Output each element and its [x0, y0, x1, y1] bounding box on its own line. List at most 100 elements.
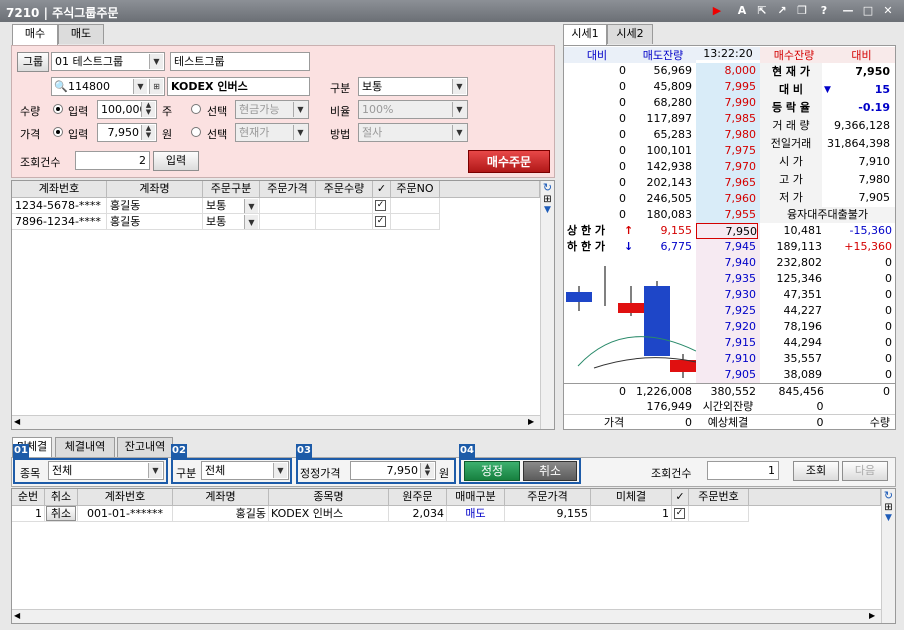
- scroll-right-icon[interactable]: ▶: [528, 417, 534, 426]
- scroll-left-icon[interactable]: ◀: [14, 611, 20, 620]
- chevron-down-icon[interactable]: ▼: [882, 513, 895, 523]
- window-icon[interactable]: ❐: [795, 4, 809, 18]
- price-select-radio[interactable]: [191, 127, 201, 137]
- row-qty[interactable]: [316, 214, 373, 230]
- tab-executions[interactable]: 체결내역: [55, 437, 115, 457]
- horizontal-scrollbar[interactable]: ◀ ▶: [12, 415, 540, 429]
- price-input-radio[interactable]: [53, 127, 63, 137]
- link-icon[interactable]: ⇱: [755, 4, 769, 18]
- refresh-icon[interactable]: ↻: [541, 181, 554, 194]
- bid-price[interactable]: 7,905: [696, 367, 757, 383]
- ask-price[interactable]: 7,955: [696, 207, 757, 223]
- ask-price[interactable]: 7,975: [696, 143, 757, 159]
- row-type[interactable]: 보통 ▼: [203, 214, 260, 230]
- col-check[interactable]: ✓: [373, 181, 391, 198]
- tab-sell[interactable]: 매도: [58, 24, 104, 44]
- font-icon[interactable]: A: [735, 4, 749, 18]
- method-select[interactable]: 절사 ▼: [358, 123, 468, 142]
- ask-price[interactable]: 7,965: [696, 175, 757, 191]
- ratio-select[interactable]: 100% ▼: [358, 100, 468, 119]
- add-icon[interactable]: ⊞: [882, 502, 895, 513]
- ask-price[interactable]: 7,985: [696, 111, 757, 127]
- query-button[interactable]: 조회: [793, 461, 839, 481]
- expected-qty-label: 수량: [869, 416, 890, 429]
- group-name-field[interactable]: 테스트그룹: [170, 52, 310, 71]
- row-checkbox[interactable]: ✓: [375, 200, 386, 211]
- bottom-horizontal-scrollbar[interactable]: ◀ ▶: [12, 609, 881, 623]
- grid-vertical-tools[interactable]: ↻ ⊞ ▼: [540, 181, 554, 429]
- row-check-cell[interactable]: ✓: [373, 214, 391, 230]
- tab-quote1[interactable]: 시세1: [563, 24, 607, 45]
- group-button[interactable]: 그룹: [17, 52, 49, 72]
- bid-price[interactable]: 7,940: [696, 255, 757, 271]
- modify-button[interactable]: 정정: [464, 461, 520, 481]
- row-price[interactable]: [260, 214, 316, 230]
- bid-diff: 0: [885, 272, 892, 285]
- bid-price[interactable]: 7,925: [696, 303, 757, 319]
- count-field[interactable]: 2: [75, 151, 150, 170]
- scroll-left-icon[interactable]: ◀: [14, 417, 20, 426]
- tab-balance[interactable]: 잔고내역: [117, 437, 173, 457]
- row-b-unfilled: 1: [591, 506, 672, 522]
- row-check-cell[interactable]: ✓: [373, 198, 391, 214]
- ask-price[interactable]: 7,995: [696, 79, 757, 95]
- qty-select-dropdown[interactable]: 현금가능 ▼: [235, 100, 309, 119]
- refresh-icon[interactable]: ↻: [882, 489, 895, 502]
- bid-price[interactable]: 7,910: [696, 351, 757, 367]
- close-icon[interactable]: ✕: [881, 4, 895, 18]
- ask-price[interactable]: 7,970: [696, 159, 757, 175]
- help-icon[interactable]: ?: [817, 4, 831, 18]
- type-select[interactable]: 보통 ▼: [358, 77, 468, 96]
- ask-qty: 202,143: [646, 176, 693, 189]
- bid-price[interactable]: 7,915: [696, 335, 757, 351]
- row-b-checkbox[interactable]: ✓: [674, 508, 685, 519]
- col-b-check[interactable]: ✓: [672, 489, 689, 506]
- group-select[interactable]: 01 테스트그룹 ▼: [51, 52, 165, 71]
- cancel-button[interactable]: 취소: [523, 461, 577, 481]
- badge-03: 03: [296, 444, 312, 458]
- row-type[interactable]: 보통 ▼: [203, 198, 260, 214]
- next-button[interactable]: 다음: [842, 461, 888, 481]
- bid-price[interactable]: 7,935: [696, 271, 757, 287]
- chevron-down-icon[interactable]: ▼: [541, 205, 554, 215]
- buy-order-button[interactable]: 매수주문: [468, 150, 550, 173]
- tab-buy[interactable]: 매수: [12, 24, 58, 45]
- price-field[interactable]: 7,950 ▲ ▼: [97, 123, 157, 142]
- row-checkbox[interactable]: ✓: [375, 216, 386, 227]
- qty-field[interactable]: 100,000 ▲ ▼: [97, 100, 157, 119]
- ask-price[interactable]: 7,980: [696, 127, 757, 143]
- price-select-dropdown[interactable]: 현재가 ▼: [235, 123, 309, 142]
- bid-price[interactable]: 7,920: [696, 319, 757, 335]
- play-icon[interactable]: ▶: [710, 4, 724, 18]
- input-button[interactable]: 입력: [153, 151, 199, 171]
- scroll-right-icon[interactable]: ▶: [869, 611, 875, 620]
- type-filter-select[interactable]: 전체 ▼: [201, 461, 289, 480]
- minimize-icon[interactable]: —: [841, 4, 855, 18]
- add-icon[interactable]: ⊞: [541, 194, 554, 205]
- tab-quote2[interactable]: 시세2: [607, 24, 653, 44]
- bid-price[interactable]: 7,930: [696, 287, 757, 303]
- ask-price[interactable]: 8,000: [696, 63, 757, 79]
- row-price[interactable]: [260, 198, 316, 214]
- modify-price-field[interactable]: 7,950 ▲ ▼: [350, 461, 436, 480]
- qty-input-radio[interactable]: [53, 104, 63, 114]
- ask-price[interactable]: 7,990: [696, 95, 757, 111]
- col-blank: [440, 181, 540, 198]
- bottom-grid-tools[interactable]: ↻ ⊞ ▼: [881, 489, 895, 623]
- ask-price[interactable]: 7,960: [696, 191, 757, 207]
- ask-total: 1,226,008: [636, 385, 692, 398]
- bid-price[interactable]: 7,945: [696, 239, 757, 255]
- stock-code-field[interactable]: 🔍 114800 ▼ ⊞: [51, 77, 165, 96]
- info-label: 고 가: [760, 171, 822, 189]
- qty-select-radio[interactable]: [191, 104, 201, 114]
- stock-filter-select[interactable]: 전체 ▼: [48, 461, 164, 480]
- export-icon[interactable]: ↗: [775, 4, 789, 18]
- row-cancel-button[interactable]: 취소: [46, 506, 76, 521]
- bottom-count-field[interactable]: 1: [707, 461, 779, 480]
- row-qty[interactable]: [316, 198, 373, 214]
- maximize-icon[interactable]: □: [861, 4, 875, 18]
- bid-price[interactable]: 7,950: [696, 223, 758, 239]
- row-b-check-cell[interactable]: ✓: [672, 506, 689, 522]
- row-cancel-cell[interactable]: 취소: [45, 506, 78, 522]
- magnifier-icon[interactable]: 🔍: [54, 78, 68, 95]
